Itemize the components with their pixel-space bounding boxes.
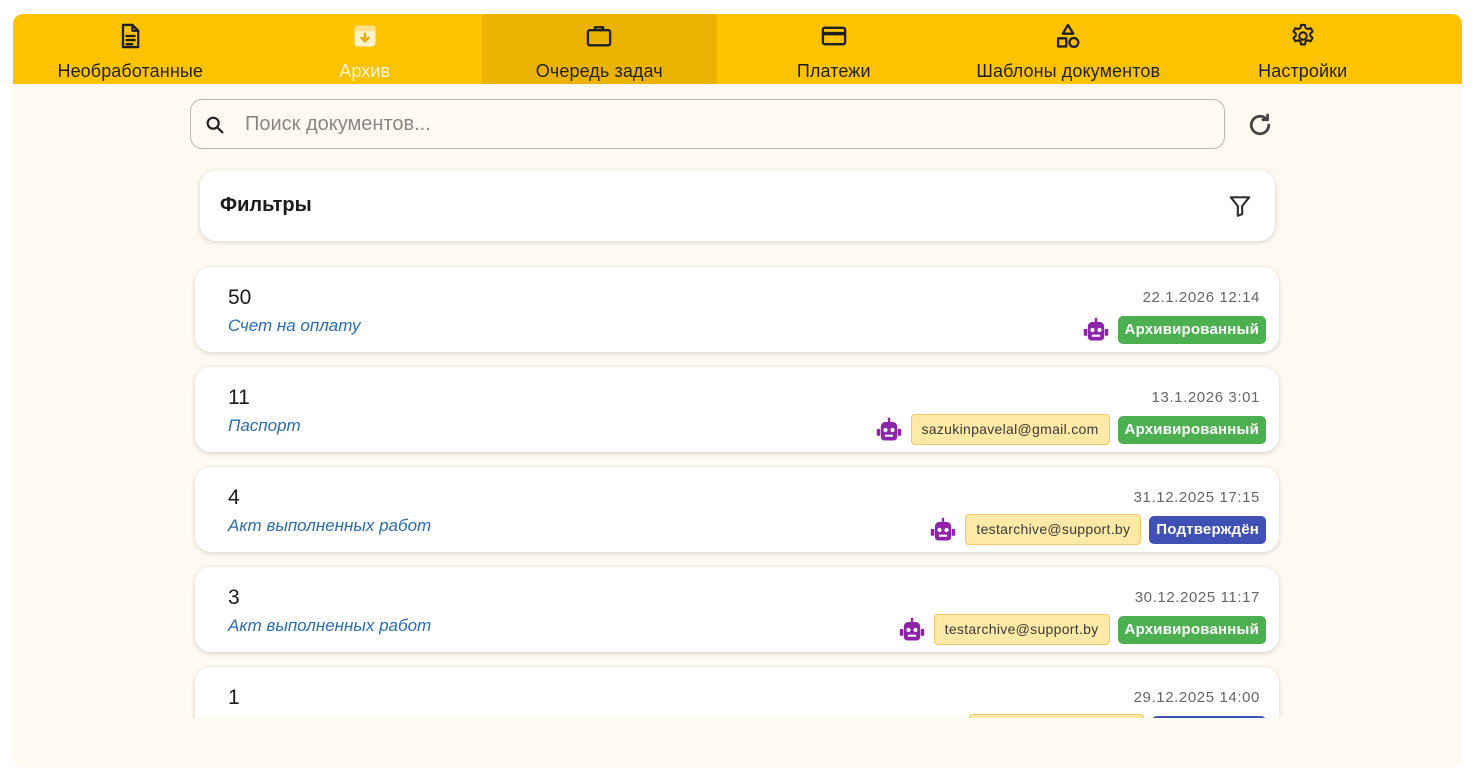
- document-tags: [969, 714, 1266, 718]
- tab-label: Необработанные: [57, 61, 204, 81]
- search-icon: [206, 116, 224, 134]
- document-list: 50 Счет на оплату 22.1.2026 12:14 Архиви…: [13, 262, 1462, 718]
- user-email-chip: testarchive@support.by: [965, 514, 1142, 545]
- robot-icon: [899, 617, 924, 640]
- tab-label: Архив: [339, 61, 391, 81]
- tab-archive[interactable]: Архив: [248, 14, 483, 84]
- tab-label: Шаблоны документов: [976, 61, 1161, 81]
- tab-document-templates[interactable]: Шаблоны документов: [951, 14, 1186, 84]
- status-badge: Архивированный: [1117, 615, 1266, 644]
- credit-card-icon: [821, 26, 846, 46]
- status-badge: Архивированный: [1117, 315, 1266, 344]
- document-card[interactable]: 4 Акт выполненных работ 31.12.2025 17:15…: [195, 467, 1279, 552]
- document-date: 29.12.2025 14:00: [1133, 689, 1260, 706]
- document-card[interactable]: 11 Паспорт 13.1.2026 3:01 sazukinpavelal…: [195, 367, 1279, 452]
- tab-label: Очередь задач: [535, 61, 663, 81]
- document-date: 13.1.2026 3:01: [1151, 389, 1260, 406]
- archive-icon: [354, 25, 376, 47]
- document-date: 31.12.2025 17:15: [1133, 489, 1260, 506]
- document-number: 11: [228, 386, 250, 409]
- robot-icon: [876, 417, 901, 440]
- briefcase-icon: [587, 26, 612, 47]
- user-email-chip: sazukinpavelal@gmail.com: [910, 414, 1110, 445]
- status-badge: Подтверждён: [1149, 515, 1266, 544]
- document-tags: testarchive@support.by Архивированный: [898, 614, 1266, 645]
- robot-icon: [931, 517, 956, 540]
- filters-title: Фильтры: [220, 194, 312, 216]
- document-date: 30.12.2025 11:17: [1134, 589, 1260, 606]
- status-badge: [1152, 715, 1266, 718]
- tab-task-queue[interactable]: Очередь задач: [482, 14, 717, 84]
- tab-payments[interactable]: Платежи: [717, 14, 952, 84]
- user-email-chip: [969, 714, 1144, 718]
- document-card[interactable]: 1 29.12.2025 14:00: [195, 667, 1279, 718]
- document-type-link[interactable]: Акт выполненных работ: [228, 616, 431, 636]
- document-type-link[interactable]: Счет на оплату: [228, 316, 361, 336]
- tab-unprocessed[interactable]: Необработанные: [13, 14, 248, 84]
- top-navigation: Необработанные Архив Очередь задач Плате…: [13, 14, 1462, 84]
- tab-label: Настройки: [1258, 61, 1348, 81]
- document-date: 22.1.2026 12:14: [1142, 289, 1260, 306]
- document-number: 1: [228, 686, 240, 709]
- document-type-link[interactable]: Паспорт: [228, 416, 301, 436]
- document-type-link[interactable]: Акт выполненных работ: [228, 516, 431, 536]
- filter-icon[interactable]: [1227, 193, 1253, 219]
- tab-settings[interactable]: Настройки: [1186, 14, 1421, 84]
- tab-label: Платежи: [796, 61, 871, 81]
- document-tags: sazukinpavelal@gmail.com Архивированный: [875, 414, 1266, 445]
- document-number: 3: [228, 586, 240, 609]
- document-number: 4: [228, 486, 240, 509]
- user-email-chip: testarchive@support.by: [933, 614, 1110, 645]
- app-window: Необработанные Архив Очередь задач Плате…: [13, 14, 1462, 768]
- document-number: 50: [228, 286, 252, 309]
- filters-panel[interactable]: Фильтры: [200, 170, 1275, 241]
- document-tags: Архивированный: [1082, 315, 1266, 344]
- document-icon: [122, 23, 140, 49]
- search-input[interactable]: [245, 108, 1195, 140]
- document-card[interactable]: 3 Акт выполненных работ 30.12.2025 11:17…: [195, 567, 1279, 652]
- document-card[interactable]: 50 Счет на оплату 22.1.2026 12:14 Архиви…: [195, 267, 1279, 352]
- gear-icon: [1292, 23, 1314, 46]
- search-box: [190, 99, 1225, 149]
- shapes-icon: [1057, 23, 1080, 49]
- robot-icon: [1083, 317, 1108, 340]
- refresh-icon[interactable]: [1246, 111, 1274, 139]
- status-badge: Архивированный: [1117, 415, 1266, 444]
- document-tags: testarchive@support.by Подтверждён: [929, 514, 1266, 545]
